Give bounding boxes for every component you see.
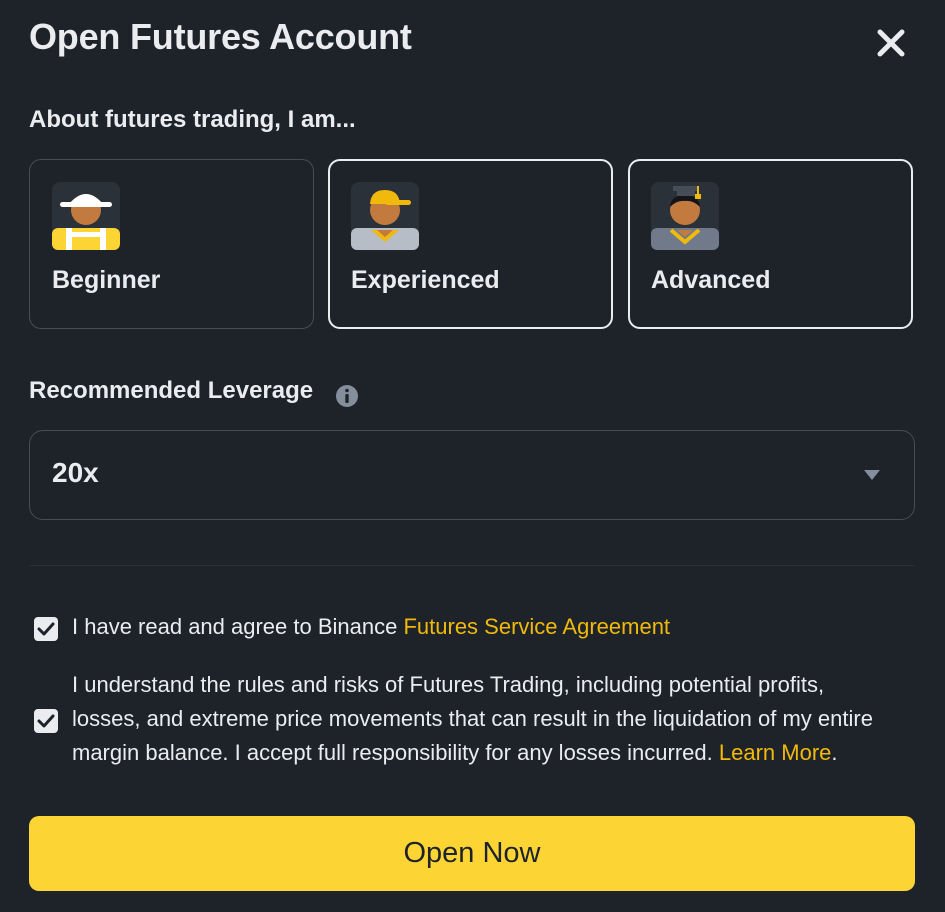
modal-title: Open Futures Account [29,16,412,57]
risk-text-line: losses, and extreme price movements that… [72,706,873,731]
leverage-label: Recommended Leverage [29,377,314,404]
option-label: Experienced [351,266,500,294]
risk-text-line: I understand the rules and risks of Futu… [72,672,825,697]
service-agreement-checkbox[interactable] [34,617,58,641]
close-button[interactable] [872,24,910,62]
risk-agreement-text: I understand the rules and risks of Futu… [72,668,873,770]
period: . [831,740,838,765]
option-label: Beginner [52,266,161,294]
experience-label: About futures trading, I am... [29,106,356,133]
beginner-avatar-icon [52,182,120,250]
experience-options: Beginner Experienced Advanced [29,159,915,329]
risk-text-line-end: margin balance. I accept full responsibi… [72,740,719,765]
divider [29,565,915,566]
futures-service-agreement-link[interactable]: Futures Service Agreement [403,614,670,639]
open-futures-modal: Open Futures Account About futures tradi… [0,0,945,912]
learn-more-link[interactable]: Learn More [719,740,832,765]
risk-agreement-checkbox[interactable] [34,709,58,733]
checkmark-icon [37,714,55,728]
option-beginner[interactable]: Beginner [29,159,314,329]
close-icon [877,29,905,57]
option-label: Advanced [651,266,771,294]
leverage-value: 20x [52,457,99,488]
option-advanced[interactable]: Advanced [628,159,913,329]
leverage-select[interactable]: 20x [29,430,915,520]
advanced-avatar-icon [651,182,719,250]
risk-text-line: margin balance. I accept full responsibi… [72,736,873,770]
open-now-button[interactable]: Open Now [29,816,915,891]
experienced-avatar-icon [351,182,419,250]
checkmark-icon [37,622,55,636]
option-experienced[interactable]: Experienced [328,159,613,329]
service-agreement-label: I have read and agree to Binance [72,614,404,639]
caret-down-icon [864,470,880,480]
service-agreement-text: I have read and agree to Binance Futures… [72,610,670,644]
info-icon[interactable] [335,384,359,408]
